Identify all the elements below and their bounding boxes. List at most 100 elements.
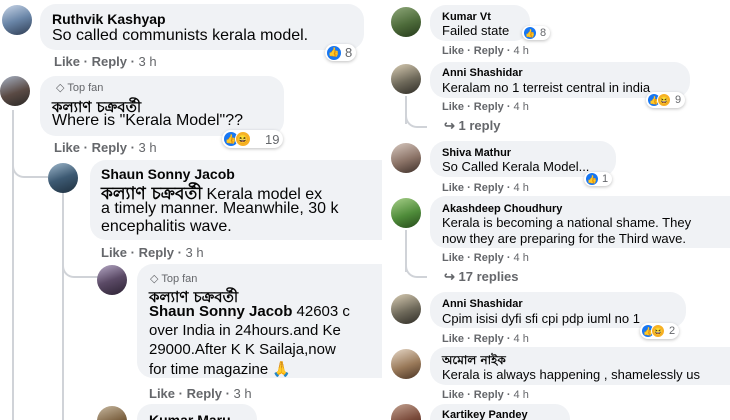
comment-text-line: over India in 24hours.and Ke bbox=[149, 322, 341, 339]
comment-actions: Like · Reply · 4 h bbox=[442, 333, 529, 345]
view-replies-link[interactable]: ↪ 1 reply bbox=[444, 118, 500, 134]
reply-connector bbox=[405, 258, 427, 278]
diamond-icon: ◇ bbox=[56, 82, 65, 94]
comment-text: So called communists kerala model. bbox=[52, 27, 309, 44]
comment-actions: Like · Reply · 3 h bbox=[54, 140, 157, 155]
avatar[interactable] bbox=[391, 64, 421, 94]
like-link[interactable]: Like bbox=[54, 140, 80, 155]
timestamp: 3 h bbox=[185, 245, 204, 260]
timestamp: 4 h bbox=[513, 252, 529, 264]
comment-actions: Like · Reply · 3 h bbox=[101, 245, 204, 260]
timestamp: 4 h bbox=[513, 45, 529, 57]
avatar[interactable] bbox=[2, 5, 32, 35]
top-fan-badge-label: ◇ Top fan bbox=[56, 82, 104, 94]
comment-text-line: for time magazine 🙏 bbox=[149, 361, 292, 378]
comment-text: Shaun Sonny Jacob 42603 c bbox=[149, 303, 350, 320]
reaction-count: 9 bbox=[675, 94, 682, 106]
comment-text: So Called Kerala Model... bbox=[442, 159, 590, 174]
comment-author[interactable]: Shaun Sonny Jacob bbox=[101, 166, 235, 182]
like-link[interactable]: Like bbox=[442, 45, 464, 57]
reaction-count: 1 bbox=[602, 173, 609, 185]
reply-link[interactable]: Reply bbox=[92, 54, 127, 69]
timestamp: 4 h bbox=[513, 182, 529, 194]
comment-actions: Like · Reply · 3 h bbox=[149, 386, 252, 401]
avatar[interactable] bbox=[391, 404, 421, 420]
reply-link[interactable]: Reply bbox=[474, 252, 504, 264]
comment-text: Where is "Kerala Model"?? bbox=[52, 112, 243, 129]
reaction-count: 19 bbox=[265, 131, 280, 147]
like-link[interactable]: Like bbox=[54, 54, 80, 69]
reply-link[interactable]: Reply bbox=[474, 389, 504, 401]
comment-actions: Like · Reply · 3 h bbox=[54, 54, 157, 69]
reaction-summary[interactable]: 👍 8 bbox=[522, 26, 551, 40]
reaction-summary[interactable]: 👍 1 bbox=[584, 172, 613, 186]
avatar[interactable] bbox=[0, 76, 30, 106]
avatar[interactable] bbox=[97, 265, 127, 295]
reply-link[interactable]: Reply bbox=[474, 333, 504, 345]
comment-text-line: Kerala is becoming a national shame. The… bbox=[442, 215, 692, 230]
reply-link[interactable]: Reply bbox=[92, 140, 127, 155]
avatar[interactable] bbox=[391, 349, 421, 379]
reaction-count: 8 bbox=[540, 27, 547, 39]
like-link[interactable]: Like bbox=[442, 333, 464, 345]
like-link[interactable]: Like bbox=[442, 252, 464, 264]
comment-author[interactable]: Akashdeep Choudhury bbox=[442, 203, 562, 215]
avatar[interactable] bbox=[97, 406, 127, 420]
avatar[interactable] bbox=[391, 198, 421, 228]
reply-link[interactable]: Reply bbox=[139, 245, 174, 260]
comment-actions: Like · Reply · 4 h bbox=[442, 252, 529, 264]
reaction-summary[interactable]: 👍 😆 2 bbox=[640, 323, 680, 339]
timestamp: 4 h bbox=[513, 389, 529, 401]
reaction-summary[interactable]: 👍 😆 9 bbox=[646, 92, 686, 108]
haha-reaction-icon: 😆 bbox=[235, 131, 251, 147]
haha-reaction-icon: 😆 bbox=[657, 93, 671, 107]
timestamp: 3 h bbox=[138, 140, 157, 155]
comment-text-line: a timely manner. Meanwhile, 30 k bbox=[101, 200, 339, 217]
comment-author[interactable]: Kumar Maru bbox=[149, 412, 231, 420]
like-link[interactable]: Like bbox=[442, 182, 464, 194]
timestamp: 3 h bbox=[138, 54, 157, 69]
comment-author[interactable]: Anni Shashidar bbox=[442, 298, 523, 310]
thread-line bbox=[62, 192, 64, 420]
comment-author[interactable]: Kartikey Pandey bbox=[442, 409, 528, 420]
comment-text: Keralam no 1 terreist central in india bbox=[442, 80, 651, 95]
like-reaction-icon: 👍 bbox=[524, 27, 536, 39]
avatar[interactable] bbox=[391, 7, 421, 37]
reaction-count: 2 bbox=[669, 325, 676, 337]
avatar[interactable] bbox=[391, 143, 421, 173]
comment-actions: Like · Reply · 4 h bbox=[442, 182, 529, 194]
mention-link[interactable]: Shaun Sonny Jacob bbox=[149, 303, 292, 320]
comment-text: Kerala is always happening , shamelessly… bbox=[442, 367, 700, 382]
comment-author[interactable]: Anni Shashidar bbox=[442, 67, 523, 79]
top-fan-badge: ◇ Top fan bbox=[150, 273, 198, 285]
comment-author[interactable]: Shiva Mathur bbox=[442, 147, 511, 159]
reaction-count: 8 bbox=[345, 45, 353, 60]
comment-author[interactable]: Kumar Vt bbox=[442, 11, 491, 23]
reply-connector bbox=[62, 246, 98, 278]
reply-link[interactable]: Reply bbox=[187, 386, 222, 401]
reply-arrow-icon: ↪ bbox=[444, 269, 455, 284]
like-link[interactable]: Like bbox=[442, 101, 464, 113]
reaction-summary[interactable]: 👍 😆 19 bbox=[222, 130, 284, 148]
like-link[interactable]: Like bbox=[442, 389, 464, 401]
reaction-summary[interactable]: 👍 8 bbox=[325, 44, 357, 61]
folded-hands-emoji: 🙏 bbox=[272, 361, 292, 378]
comment-actions: Like · Reply · 4 h bbox=[442, 389, 529, 401]
reply-connector bbox=[12, 140, 48, 178]
view-replies-link[interactable]: ↪ 17 replies bbox=[444, 269, 519, 285]
like-link[interactable]: Like bbox=[101, 245, 127, 260]
comment-text-line: 29000.After K K Sailaja,now bbox=[149, 341, 336, 358]
avatar[interactable] bbox=[48, 163, 78, 193]
reply-link[interactable]: Reply bbox=[474, 182, 504, 194]
reply-link[interactable]: Reply bbox=[474, 101, 504, 113]
haha-reaction-icon: 😆 bbox=[651, 324, 665, 338]
avatar[interactable] bbox=[391, 294, 421, 324]
right-comments-panel: Kumar Vt Failed state 👍 8 Like · Reply ·… bbox=[388, 0, 730, 420]
comment-text-line: now they are preparing for the Third wav… bbox=[442, 231, 687, 246]
reply-link[interactable]: Reply bbox=[474, 45, 504, 57]
reply-connector bbox=[405, 110, 427, 128]
comment-text-line: encephalitis wave. bbox=[101, 218, 232, 235]
like-link[interactable]: Like bbox=[149, 386, 175, 401]
comment-actions: Like · Reply · 4 h bbox=[442, 45, 529, 57]
comment-author[interactable]: Ruthvik Kashyap bbox=[52, 11, 166, 27]
